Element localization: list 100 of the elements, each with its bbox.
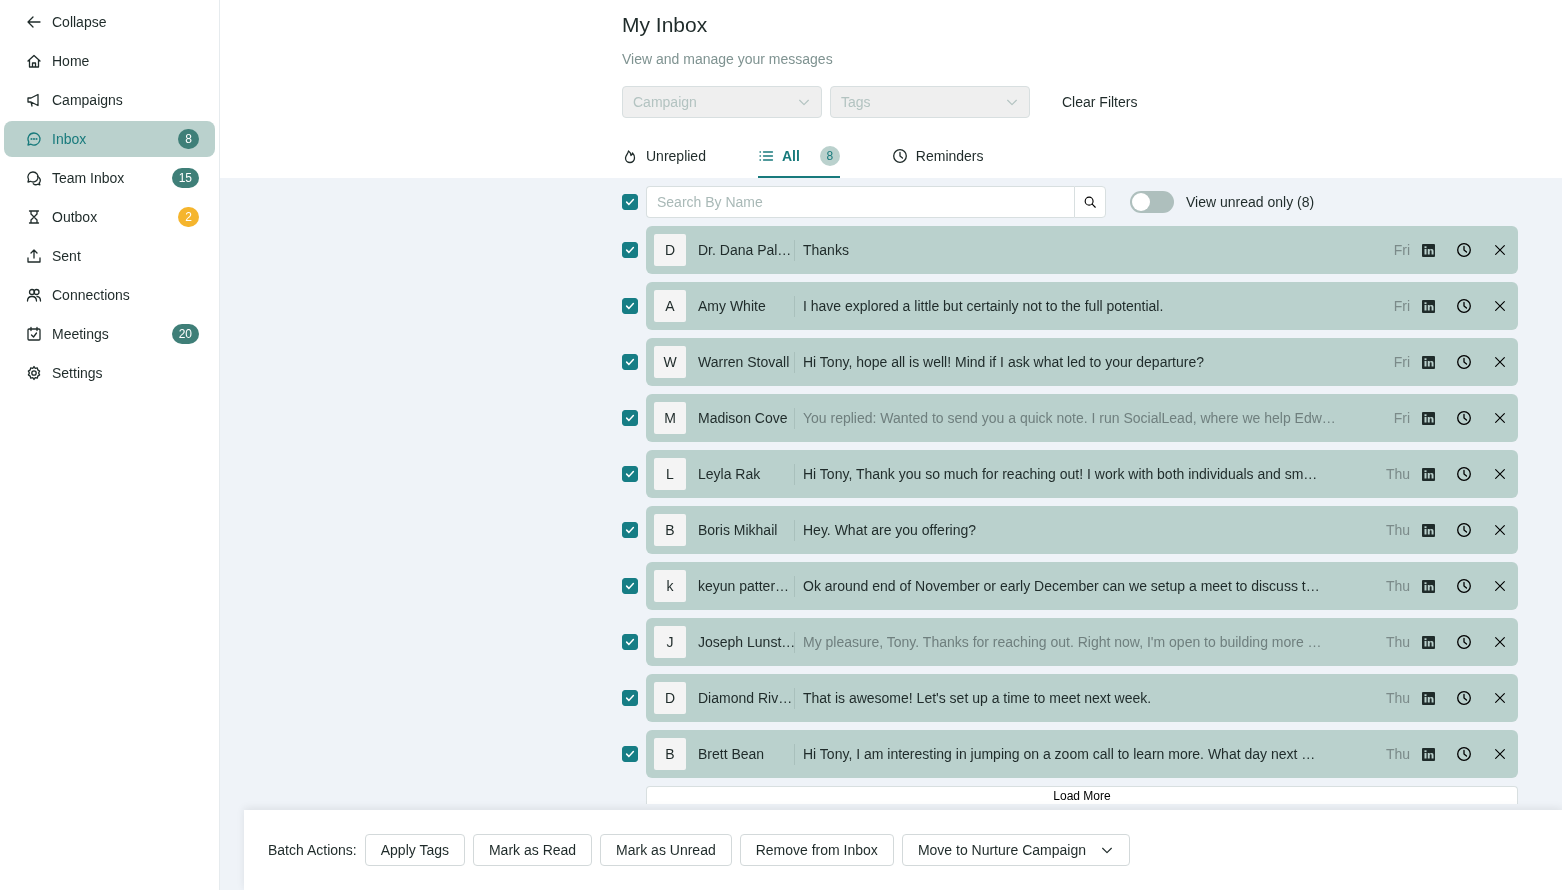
sidebar-item[interactable]: Home [4, 43, 215, 79]
message-preview: Ok around end of November or early December can we setup a meet to discuss t… [794, 575, 1378, 597]
sender-name: Brett Bean [697, 744, 766, 764]
calendar-check-icon [26, 326, 42, 342]
message-card[interactable]: L Leyla Rak Hi Tony, Thank you so much for reaching out! I work with both individuals and sm… Thu [646, 450, 1518, 499]
message-card[interactable]: k keyun patter… Ok around end of November or early December can we setup a meet to discuss t… Thu [646, 562, 1518, 611]
close-icon[interactable] [1493, 579, 1507, 594]
avatar: A [654, 290, 686, 323]
message-preview: Hi Tony, I am interesting in jumping on a zoom call to learn more. What day next … [794, 743, 1378, 765]
clock-icon[interactable] [1456, 690, 1472, 707]
clock-icon[interactable] [1456, 522, 1472, 539]
checkbox[interactable] [622, 578, 638, 595]
linkedin-icon[interactable] [1421, 747, 1435, 761]
avatar: B [654, 738, 686, 771]
message-card[interactable]: D Dr. Dana Pal… Thanks Fri [646, 226, 1518, 275]
tab[interactable]: Unreplied [622, 142, 706, 179]
message-card[interactable]: D Diamond Riv… That is awesome! Let's set up a time to meet next week. Thu [646, 674, 1518, 723]
sidebar-item[interactable]: Team Inbox 15 [4, 160, 215, 196]
upload-icon [26, 248, 42, 264]
sidebar-item[interactable]: Campaigns [4, 82, 215, 118]
checkbox[interactable] [622, 746, 638, 763]
message-preview: I have explored a little but certainly not to the full potential. [794, 295, 1386, 317]
message-card[interactable]: J Joseph Lunst… My pleasure, Tony. Thanks for reaching out. Right now, I'm open to building more … Thu [646, 618, 1518, 667]
action-button[interactable]: Remove from Inbox [739, 834, 894, 866]
message-preview: That is awesome! Let's set up a time to meet next week. [794, 687, 1378, 709]
sender-name: keyun patter… [697, 576, 791, 596]
hourglass-icon [26, 209, 42, 225]
message-card[interactable]: A Amy White I have explored a little but certainly not to the full potential. Fri [646, 282, 1518, 331]
close-icon[interactable] [1493, 243, 1507, 258]
sidebar-item[interactable]: Connections [4, 277, 215, 313]
checkbox[interactable] [622, 354, 638, 371]
linkedin-icon[interactable] [1421, 635, 1435, 649]
close-icon[interactable] [1493, 299, 1507, 314]
load-more-button[interactable]: Load More [646, 786, 1518, 805]
checkbox[interactable] [622, 410, 638, 427]
clock-icon[interactable] [1456, 634, 1472, 651]
clock-icon[interactable] [1456, 466, 1472, 483]
search-icon[interactable] [1083, 195, 1097, 210]
clock-icon[interactable] [1456, 354, 1472, 371]
megaphone-icon [26, 92, 42, 108]
checkbox[interactable] [622, 690, 638, 707]
close-icon[interactable] [1493, 355, 1507, 370]
checkbox[interactable] [622, 522, 638, 539]
linkedin-icon[interactable] [1421, 523, 1435, 537]
sidebar-item[interactable]: Outbox 2 [4, 199, 215, 235]
clock-icon[interactable] [1456, 242, 1472, 259]
message-day: Fri [1393, 351, 1410, 373]
home-icon [26, 53, 42, 69]
message-card[interactable]: B Brett Bean Hi Tony, I am interesting in jumping on a zoom call to learn more. What day next … Thu [646, 730, 1518, 779]
message-day: Fri [1393, 407, 1410, 429]
linkedin-icon[interactable] [1421, 355, 1435, 369]
close-icon[interactable] [1493, 411, 1507, 426]
message-preview: You replied: Wanted to send you a quick note. I run SocialLead, where we help Edw… [794, 407, 1386, 429]
count-badge: 20 [171, 324, 199, 344]
sender-name: Amy White [697, 296, 767, 316]
clock-icon[interactable] [1456, 746, 1472, 763]
tab[interactable]: Reminders [891, 142, 984, 179]
checkbox[interactable] [622, 298, 638, 315]
clear-filters-button[interactable]: Clear Filters [1052, 91, 1148, 113]
message-preview: Hi Tony, Thank you so much for reaching out! I work with both individuals and sm… [794, 463, 1378, 485]
close-icon[interactable] [1493, 523, 1507, 538]
close-icon[interactable] [1493, 691, 1507, 706]
message-card[interactable]: B Boris Mikhail Hey. What are you offering? Thu [646, 506, 1518, 555]
linkedin-icon[interactable] [1421, 579, 1435, 593]
sidebar-item[interactable]: Settings [4, 355, 215, 391]
dropdown-button[interactable]: Move to Nurture Campaign [901, 834, 1130, 866]
close-icon[interactable] [1493, 635, 1507, 650]
people-icon [26, 287, 42, 303]
message-day: Thu [1385, 519, 1410, 541]
sidebar-item[interactable]: Meetings 20 [4, 316, 215, 352]
sender-name: Boris Mikhail [697, 520, 779, 540]
message-card[interactable]: M Madison Cove You replied: Wanted to send you a quick note. I run SocialLead, where we help Edw… Fri [646, 394, 1518, 443]
checkbox[interactable] [622, 466, 638, 483]
linkedin-icon[interactable] [1421, 299, 1435, 313]
message-card[interactable]: W Warren Stovall Hi Tony, hope all is well! Mind if I ask what led to your departure? Fri [646, 338, 1518, 387]
linkedin-icon[interactable] [1421, 243, 1435, 257]
action-button[interactable]: Mark as Read [472, 834, 593, 866]
clock-icon[interactable] [1456, 578, 1472, 595]
linkedin-icon[interactable] [1421, 467, 1435, 481]
avatar: D [654, 234, 686, 267]
sidebar-item[interactable]: Inbox 8 [4, 121, 215, 157]
action-button[interactable]: Mark as Unread [600, 834, 732, 866]
close-icon[interactable] [1493, 747, 1507, 762]
close-icon[interactable] [1493, 467, 1507, 482]
linkedin-icon[interactable] [1421, 411, 1435, 425]
checkbox[interactable] [622, 242, 638, 259]
checkbox[interactable] [622, 634, 638, 651]
message-day: Fri [1393, 295, 1410, 317]
count-badge: 8 [178, 129, 199, 149]
clock-icon[interactable] [1456, 410, 1472, 427]
message-preview: Thanks [794, 239, 1386, 261]
sidebar-item[interactable]: Sent [4, 238, 215, 274]
linkedin-icon[interactable] [1421, 691, 1435, 705]
collapse-button[interactable]: Collapse [4, 4, 215, 40]
search-field[interactable]: Search By Name [646, 186, 1074, 219]
avatar: M [654, 402, 686, 435]
checkbox[interactable] [622, 194, 638, 211]
toggle-switch[interactable] [1130, 191, 1174, 214]
clock-icon[interactable] [1456, 298, 1472, 315]
action-button[interactable]: Apply Tags [364, 834, 465, 866]
